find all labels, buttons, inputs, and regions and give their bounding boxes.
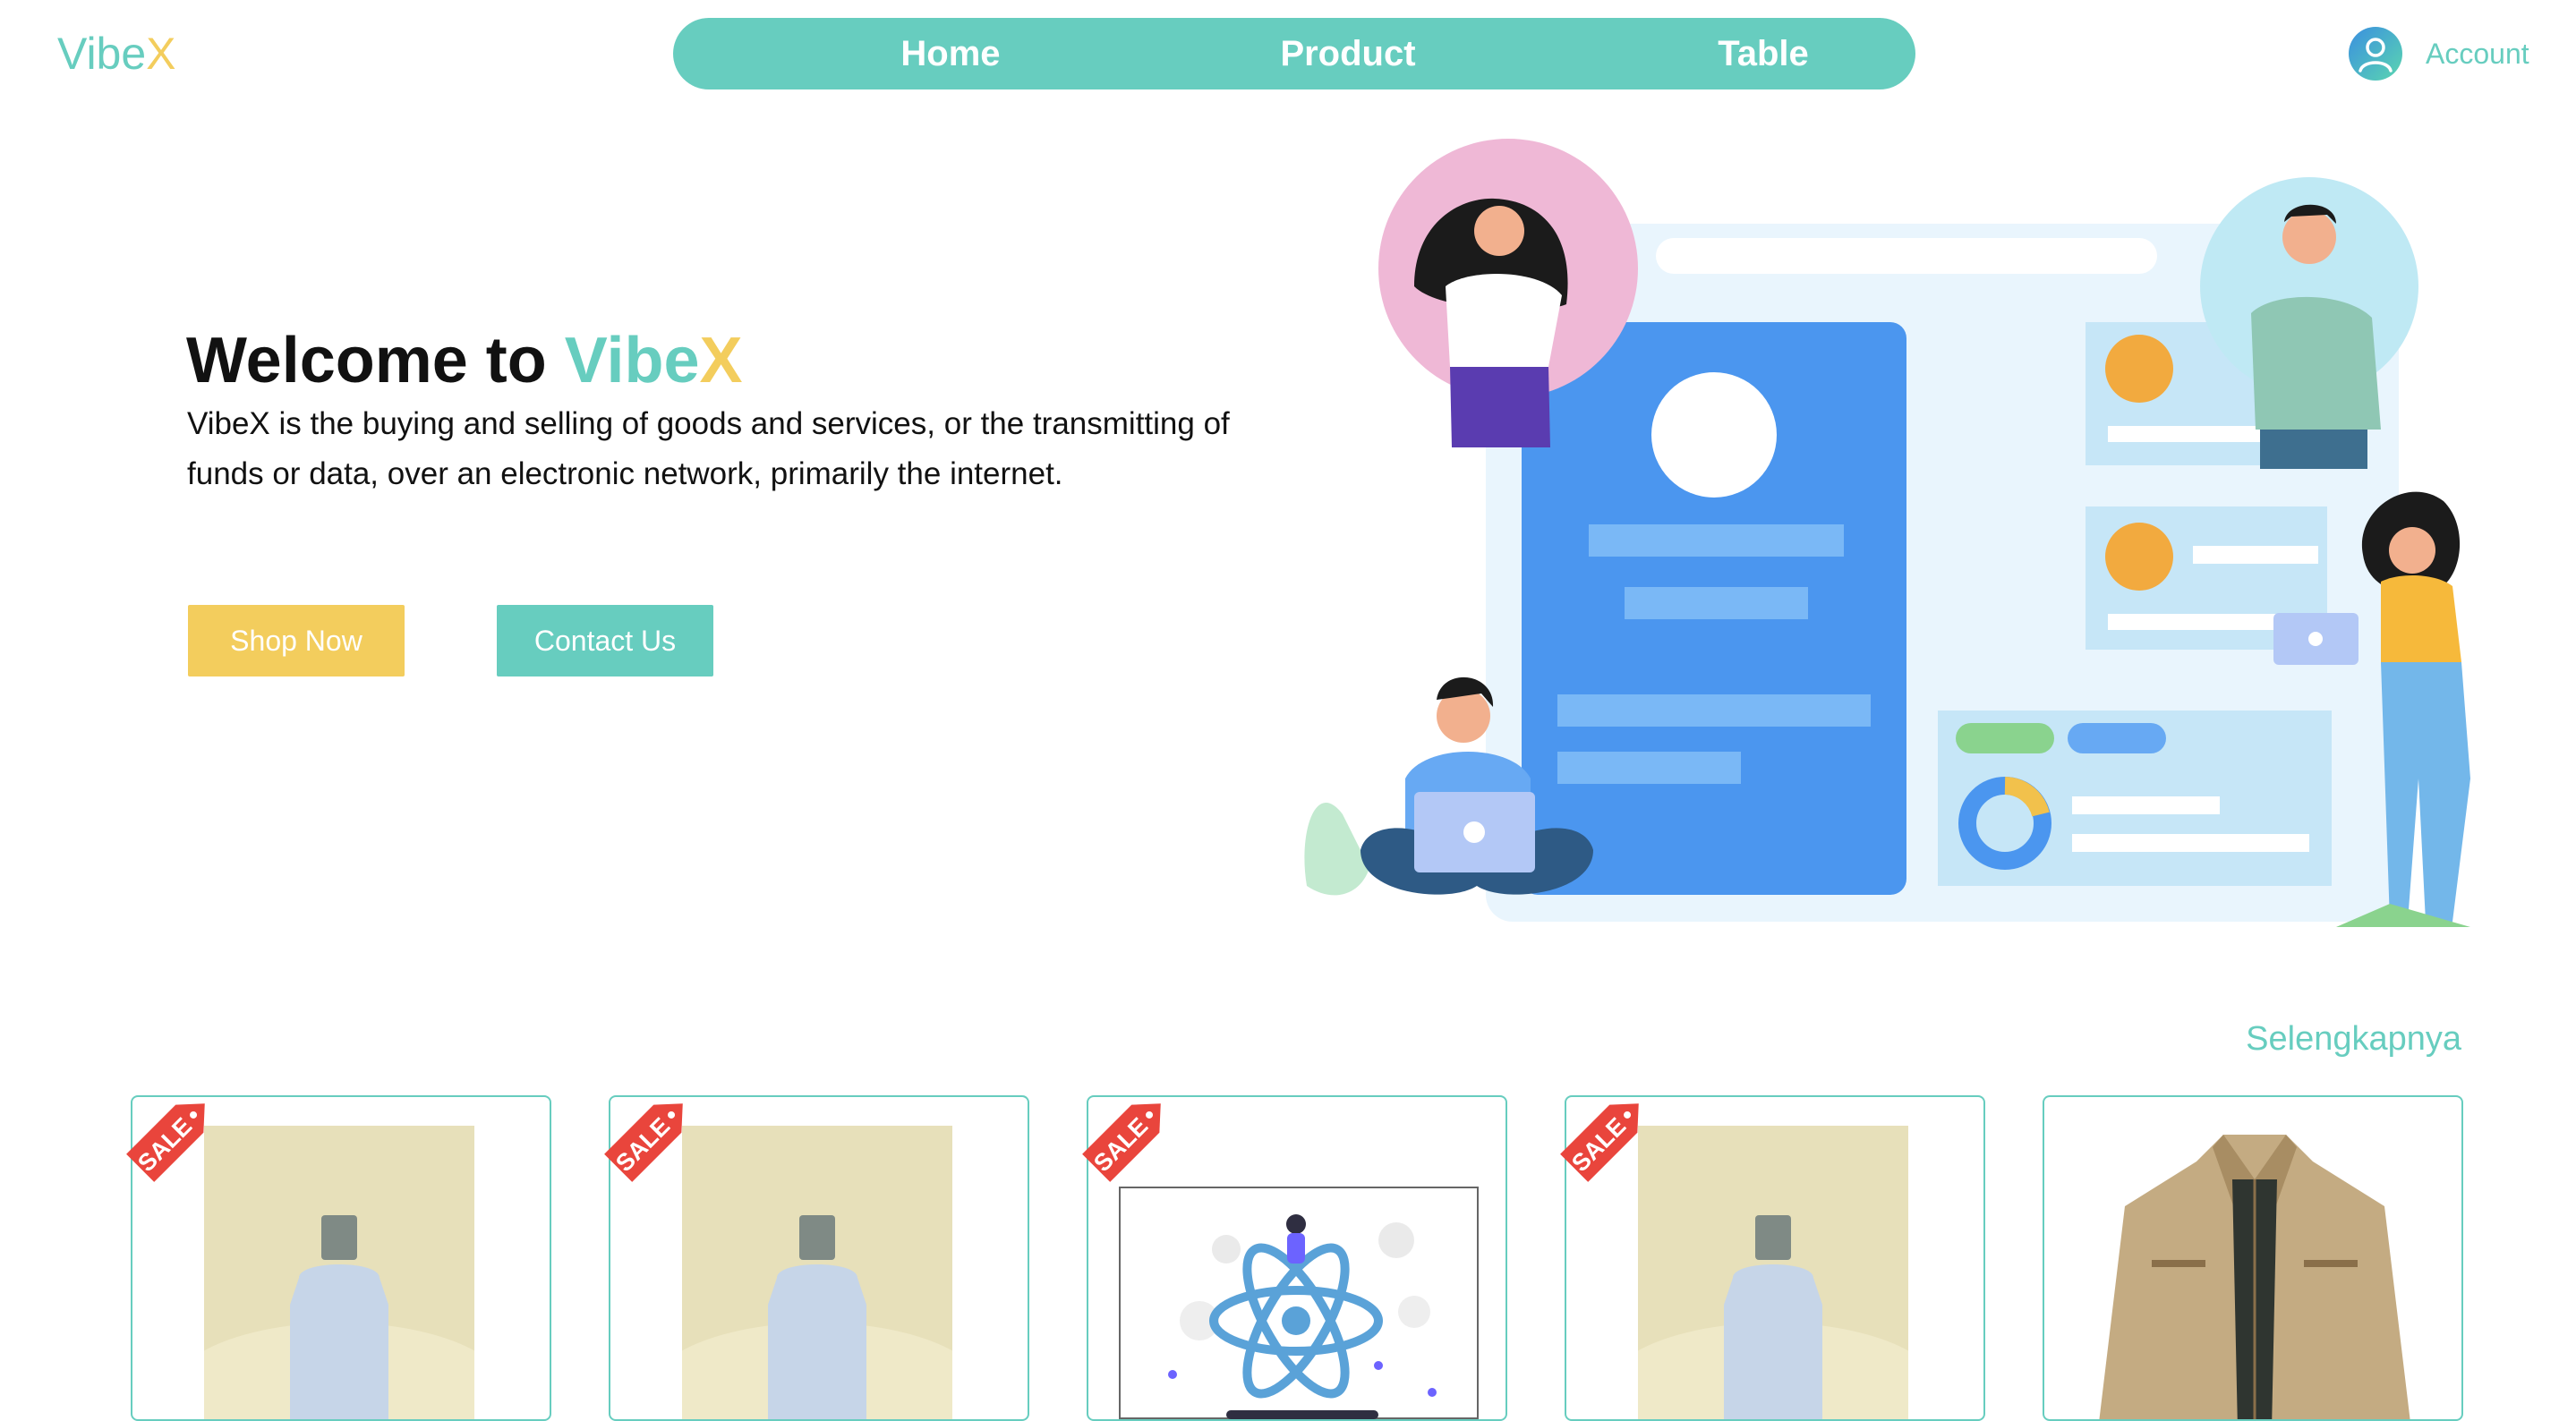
product-image-react — [1119, 1187, 1479, 1419]
product-card[interactable] — [2043, 1095, 2463, 1421]
sale-tag-icon: SALE — [126, 1103, 205, 1182]
contact-us-button[interactable]: Contact Us — [497, 605, 713, 676]
product-image-jacket — [2099, 1135, 2410, 1419]
account-menu[interactable]: Account — [2349, 25, 2529, 82]
hero-title-brand-x: X — [699, 325, 743, 396]
logo-text-vibe: Vibe — [57, 29, 147, 79]
logo[interactable]: VibeX — [57, 27, 176, 81]
shop-now-button[interactable]: Shop Now — [188, 605, 405, 676]
nav-bar: Home Product Table — [673, 18, 1915, 89]
hero-title: Welcome to VibeX — [186, 322, 743, 399]
hero-description: VibeX is the buying and selling of goods… — [187, 406, 1230, 491]
user-avatar-icon — [2349, 27, 2402, 81]
nav-product[interactable]: Product — [1196, 18, 1500, 89]
product-image-perfume — [204, 1126, 474, 1419]
product-image-perfume — [1638, 1126, 1908, 1419]
hero-title-brand-vibe: Vibe — [564, 325, 700, 396]
sale-tag-icon: SALE — [1560, 1103, 1639, 1182]
sale-tag-icon: SALE — [1082, 1103, 1161, 1182]
sale-tag-icon: SALE — [604, 1103, 683, 1182]
see-more-link[interactable]: Selengkapnya — [2211, 1020, 2461, 1059]
hero-title-prefix: Welcome to — [186, 325, 565, 396]
hero-illustration — [1304, 139, 2470, 927]
nav-home[interactable]: Home — [798, 18, 1103, 89]
product-image-perfume — [682, 1126, 952, 1419]
nav-table[interactable]: Table — [1611, 18, 1915, 89]
logo-text-x: X — [146, 29, 176, 79]
account-label: Account — [2426, 37, 2529, 70]
